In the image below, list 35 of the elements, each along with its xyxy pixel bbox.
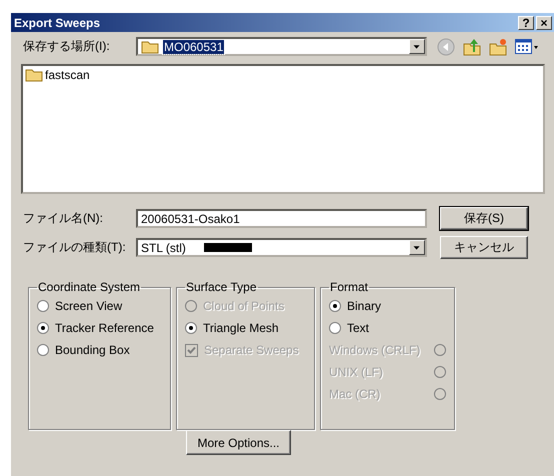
option-label: Screen View [55, 299, 122, 313]
filename-field[interactable]: 20060531-Osako1 [136, 209, 427, 228]
file-list-item[interactable]: fastscan [25, 68, 541, 82]
radio-button[interactable] [329, 300, 341, 312]
group-title: Format [329, 280, 370, 294]
radio-button[interactable] [329, 322, 341, 334]
help-button[interactable]: ? [518, 16, 534, 30]
window-title: Export Sweeps [14, 16, 102, 30]
filename-label: ファイル名(N): [23, 210, 104, 227]
folder-icon [141, 40, 159, 54]
location-dropdown[interactable]: MO060531 [136, 37, 427, 56]
view-menu-icon[interactable] [515, 38, 539, 54]
redaction-bar [204, 243, 252, 252]
location-label: 保存する場所(I): [23, 38, 111, 55]
cancel-button[interactable]: キャンセル [440, 236, 528, 259]
option-label: Bounding Box [55, 343, 130, 357]
back-icon[interactable] [437, 38, 455, 56]
up-folder-icon[interactable] [463, 38, 481, 56]
folder-icon [25, 68, 43, 82]
option-label: Triangle Mesh [203, 321, 279, 335]
radio-button[interactable] [37, 344, 49, 356]
option-label: Binary [347, 299, 382, 313]
radio-button[interactable] [185, 322, 197, 334]
radio-button[interactable] [37, 322, 49, 334]
option-label: Tracker Reference [55, 321, 154, 335]
filetype-label: ファイルの種類(T): [23, 239, 127, 256]
new-folder-icon[interactable] [489, 38, 507, 56]
option-label: Text [347, 321, 370, 335]
close-button[interactable]: × [536, 16, 552, 30]
group-title: Surface Type [185, 280, 258, 294]
filetype-dropdown[interactable]: STL (stl) [136, 238, 427, 257]
group-title: Coordinate System [37, 280, 142, 294]
radio-button[interactable] [37, 300, 49, 312]
more-options-button[interactable]: More Options... [186, 430, 291, 455]
save-button[interactable]: 保存(S) [440, 207, 528, 230]
